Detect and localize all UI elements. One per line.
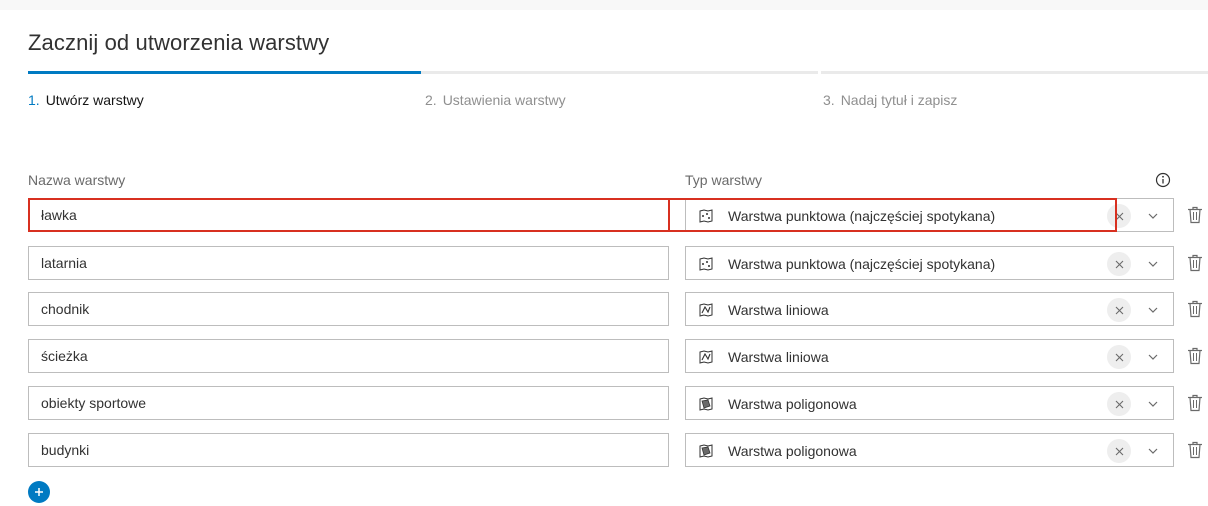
step-3-progress: [821, 71, 1208, 74]
page-title: Zacznij od utworzenia warstwy: [28, 30, 330, 55]
close-icon: [1115, 400, 1123, 408]
layer-row: Warstwa poligonowa: [0, 433, 1208, 467]
step-1[interactable]: 1. Utwórz warstwy: [28, 92, 144, 108]
add-layer-button[interactable]: [28, 481, 50, 503]
layer-type-label: Warstwa poligonowa: [728, 396, 857, 412]
column-header-name: Nazwa warstwy: [28, 172, 126, 188]
close-icon: [1115, 447, 1123, 455]
layer-name-input[interactable]: [28, 198, 669, 232]
clear-type-button[interactable]: [1107, 439, 1131, 463]
trash-icon[interactable]: [1187, 206, 1203, 224]
layer-row: Warstwa poligonowa: [0, 386, 1208, 420]
chevron-down-icon[interactable]: [1146, 257, 1160, 271]
layer-type-label: Warstwa liniowa: [728, 349, 829, 365]
close-icon: [1115, 212, 1123, 220]
clear-type-button[interactable]: [1107, 204, 1131, 228]
layer-type-label: Warstwa liniowa: [728, 302, 829, 318]
clear-type-button[interactable]: [1107, 298, 1131, 322]
step-number: 1.: [28, 92, 40, 108]
close-icon: [1115, 260, 1123, 268]
layer-row: Warstwa punktowa (najczęściej spotykana): [0, 246, 1208, 280]
layer-type-select[interactable]: Warstwa poligonowa: [685, 386, 1174, 420]
close-icon: [1115, 353, 1123, 361]
layer-type-select[interactable]: Warstwa punktowa (najczęściej spotykana): [685, 198, 1174, 232]
step-label: Utwórz warstwy: [45, 92, 144, 108]
close-icon: [1115, 306, 1123, 314]
trash-icon[interactable]: [1187, 441, 1203, 459]
point-layer-icon: [698, 256, 714, 272]
top-strip: [0, 0, 1208, 10]
polygon-layer-icon: [698, 396, 714, 412]
layer-name-input[interactable]: [28, 433, 669, 467]
layer-type-select[interactable]: Warstwa punktowa (najczęściej spotykana): [685, 246, 1174, 280]
layer-name-input[interactable]: [28, 386, 669, 420]
clear-type-button[interactable]: [1107, 392, 1131, 416]
trash-icon[interactable]: [1187, 254, 1203, 272]
trash-icon[interactable]: [1187, 300, 1203, 318]
layer-name-input[interactable]: [28, 246, 669, 280]
layer-type-label: Warstwa poligonowa: [728, 443, 857, 459]
chevron-down-icon[interactable]: [1146, 444, 1160, 458]
trash-icon[interactable]: [1187, 394, 1203, 412]
layer-name-input[interactable]: [28, 292, 669, 326]
layer-row: Warstwa liniowa: [0, 292, 1208, 326]
column-header-type: Typ warstwy: [685, 172, 763, 188]
layer-type-select[interactable]: Warstwa liniowa: [685, 292, 1174, 326]
step-label: Ustawienia warstwy: [442, 92, 566, 108]
step-number: 3.: [823, 92, 835, 108]
layer-name-input[interactable]: [28, 339, 669, 373]
create-layers-panel: Zacznij od utworzenia warstwy 1. Utwórz w…: [0, 0, 1208, 506]
step-2[interactable]: 2. Ustawienia warstwy: [425, 92, 566, 108]
info-icon[interactable]: [1155, 172, 1171, 188]
clear-type-button[interactable]: [1107, 252, 1131, 276]
layer-row: Warstwa liniowa: [0, 339, 1208, 373]
layer-type-select[interactable]: Warstwa liniowa: [685, 339, 1174, 373]
polygon-layer-icon: [698, 443, 714, 459]
point-layer-icon: [698, 208, 714, 224]
chevron-down-icon[interactable]: [1146, 209, 1160, 223]
plus-icon: [35, 488, 43, 496]
chevron-down-icon[interactable]: [1146, 350, 1160, 364]
line-layer-icon: [698, 349, 714, 365]
layer-type-label: Warstwa punktowa (najczęściej spotykana): [728, 208, 996, 224]
step-number: 2.: [425, 92, 437, 108]
layer-type-label: Warstwa punktowa (najczęściej spotykana): [728, 256, 996, 272]
step-1-progress: [28, 71, 421, 74]
chevron-down-icon[interactable]: [1146, 397, 1160, 411]
trash-icon[interactable]: [1187, 347, 1203, 365]
step-3[interactable]: 3. Nadaj tytuł i zapisz: [823, 92, 957, 108]
step-label: Nadaj tytuł i zapisz: [840, 92, 958, 108]
line-layer-icon: [698, 302, 714, 318]
clear-type-button[interactable]: [1107, 345, 1131, 369]
layer-type-select[interactable]: Warstwa poligonowa: [685, 433, 1174, 467]
step-2-progress: [421, 71, 818, 74]
chevron-down-icon[interactable]: [1146, 303, 1160, 317]
layer-row: Warstwa punktowa (najczęściej spotykana): [0, 198, 1208, 232]
